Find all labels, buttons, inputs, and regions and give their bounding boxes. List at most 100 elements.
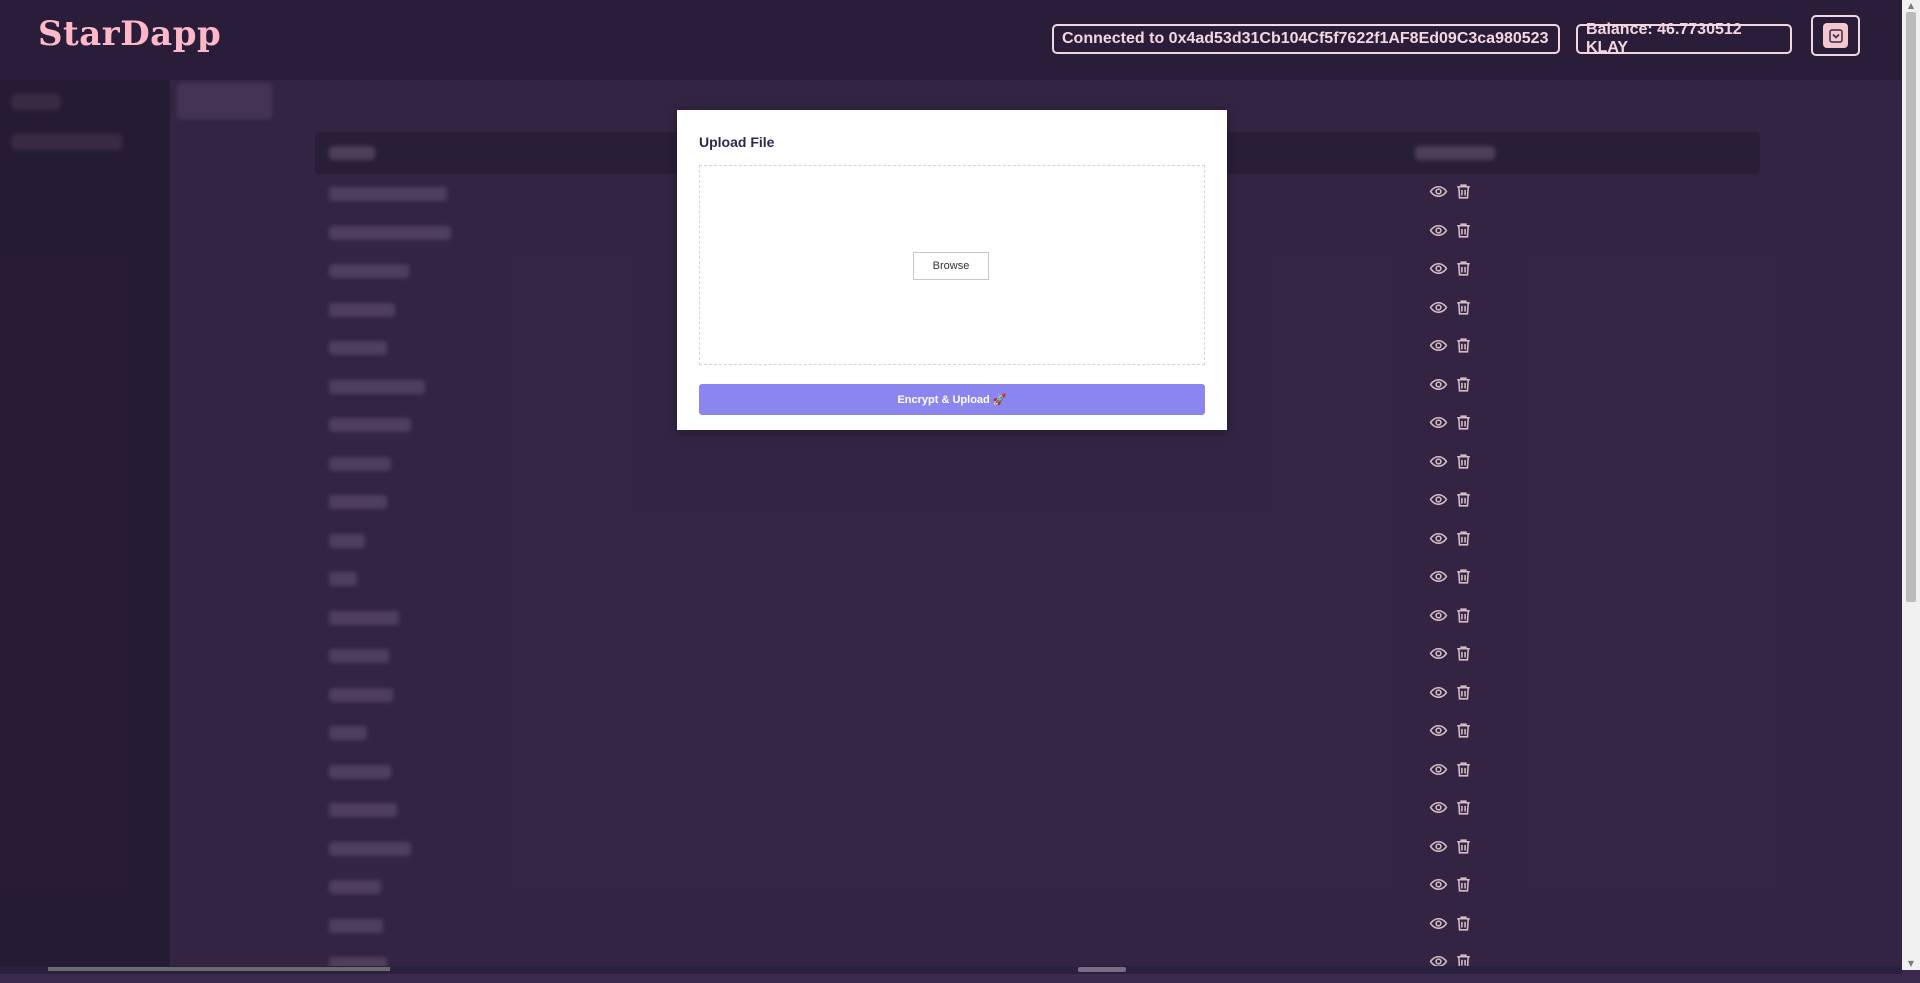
upload-modal: Upload File Browse Encrypt & Upload 🚀 <box>677 110 1227 430</box>
trash-icon[interactable] <box>1454 606 1473 625</box>
eye-icon[interactable] <box>1429 336 1448 355</box>
trash-icon[interactable] <box>1454 683 1473 702</box>
file-name-blurred <box>329 264 409 278</box>
file-name-blurred <box>329 880 381 894</box>
table-row <box>315 444 1760 483</box>
eye-icon[interactable] <box>1429 760 1448 779</box>
eye-icon[interactable] <box>1429 221 1448 240</box>
table-row <box>315 675 1760 714</box>
eye-icon[interactable] <box>1429 721 1448 740</box>
scrollbar-thumb[interactable] <box>1906 12 1916 602</box>
trash-icon[interactable] <box>1454 721 1473 740</box>
eye-icon[interactable] <box>1429 298 1448 317</box>
trash-icon[interactable] <box>1454 837 1473 856</box>
file-name-blurred <box>329 726 367 740</box>
balance-badge: Balance: 46.7730512 KLAY <box>1576 21 1792 56</box>
table-row <box>315 944 1760 983</box>
eye-icon[interactable] <box>1429 259 1448 278</box>
trash-icon[interactable] <box>1454 182 1473 201</box>
horizontal-scrollbar-thumb[interactable] <box>1078 967 1126 972</box>
eye-icon[interactable] <box>1429 567 1448 586</box>
browse-button[interactable]: Browse <box>913 252 989 280</box>
eye-icon[interactable] <box>1429 490 1448 509</box>
table-row <box>315 559 1760 598</box>
eye-icon[interactable] <box>1429 798 1448 817</box>
trash-icon[interactable] <box>1454 529 1473 548</box>
app-logo[interactable]: StarDapp <box>38 14 221 54</box>
eye-icon[interactable] <box>1429 529 1448 548</box>
file-name-blurred <box>329 533 365 548</box>
trash-icon[interactable] <box>1454 798 1473 817</box>
eye-icon[interactable] <box>1429 452 1448 471</box>
file-dropzone[interactable]: Browse <box>699 165 1205 365</box>
scroll-up-icon[interactable]: ▲ <box>1906 2 1916 10</box>
row-actions <box>1429 644 1473 663</box>
scroll-down-icon[interactable]: ▼ <box>1906 960 1916 968</box>
eye-icon[interactable] <box>1429 413 1448 432</box>
table-row <box>315 867 1760 906</box>
trash-icon[interactable] <box>1454 760 1473 779</box>
row-actions <box>1429 760 1473 779</box>
trash-icon[interactable] <box>1454 490 1473 509</box>
encrypt-upload-button[interactable]: Encrypt & Upload 🚀 <box>699 384 1205 415</box>
header-actions-blurred <box>1415 146 1495 160</box>
eye-icon[interactable] <box>1429 644 1448 663</box>
table-row <box>315 636 1760 675</box>
row-actions <box>1429 221 1473 240</box>
file-name-blurred <box>329 225 451 240</box>
row-actions <box>1429 259 1473 278</box>
eye-icon[interactable] <box>1429 837 1448 856</box>
trash-icon[interactable] <box>1454 567 1473 586</box>
trash-icon[interactable] <box>1454 452 1473 471</box>
trash-icon[interactable] <box>1454 875 1473 894</box>
trash-icon[interactable] <box>1454 644 1473 663</box>
table-row <box>315 790 1760 829</box>
file-name-blurred <box>329 187 447 201</box>
sidebar-item-blurred[interactable] <box>12 134 122 150</box>
table-row <box>315 598 1760 637</box>
file-name-blurred <box>329 610 399 625</box>
connected-address-badge: Connected to 0x4ad53d31Cb104Cf5f7622f1AF… <box>1052 24 1560 54</box>
row-actions <box>1429 798 1473 817</box>
trash-icon[interactable] <box>1454 298 1473 317</box>
vertical-scrollbar[interactable]: ▲ ▼ <box>1902 0 1920 970</box>
sidebar-item-blurred[interactable] <box>12 94 60 110</box>
file-name-blurred <box>329 341 387 355</box>
eye-icon[interactable] <box>1429 914 1448 933</box>
row-actions <box>1429 490 1473 509</box>
row-actions <box>1429 683 1473 702</box>
eye-icon[interactable] <box>1429 606 1448 625</box>
trash-icon[interactable] <box>1454 221 1473 240</box>
row-actions <box>1429 529 1473 548</box>
row-actions <box>1429 336 1473 355</box>
trash-icon[interactable] <box>1454 259 1473 278</box>
row-actions <box>1429 875 1473 894</box>
trash-icon[interactable] <box>1454 413 1473 432</box>
trash-icon[interactable] <box>1454 336 1473 355</box>
file-name-blurred <box>329 572 357 586</box>
content-tab-blurred[interactable] <box>177 83 272 119</box>
trash-icon[interactable] <box>1454 375 1473 394</box>
file-name-blurred <box>329 918 383 933</box>
trash-icon[interactable] <box>1454 914 1473 933</box>
table-row <box>315 752 1760 791</box>
eye-icon[interactable] <box>1429 875 1448 894</box>
row-actions <box>1429 413 1473 432</box>
file-name-blurred <box>329 456 391 471</box>
table-row <box>315 829 1760 868</box>
row-actions <box>1429 606 1473 625</box>
row-actions <box>1429 721 1473 740</box>
wallet-menu-button[interactable] <box>1811 15 1860 56</box>
header-name-blurred <box>329 146 375 160</box>
row-actions <box>1429 452 1473 471</box>
eye-icon[interactable] <box>1429 683 1448 702</box>
row-actions <box>1429 182 1473 201</box>
file-name-blurred <box>329 302 395 317</box>
eye-icon[interactable] <box>1429 182 1448 201</box>
bottom-strip <box>48 967 390 971</box>
row-actions <box>1429 298 1473 317</box>
app-root: StarDapp Connected to 0x4ad53d31Cb104Cf5… <box>0 0 1902 971</box>
file-name-blurred <box>329 379 425 394</box>
file-name-blurred <box>329 495 387 509</box>
eye-icon[interactable] <box>1429 375 1448 394</box>
